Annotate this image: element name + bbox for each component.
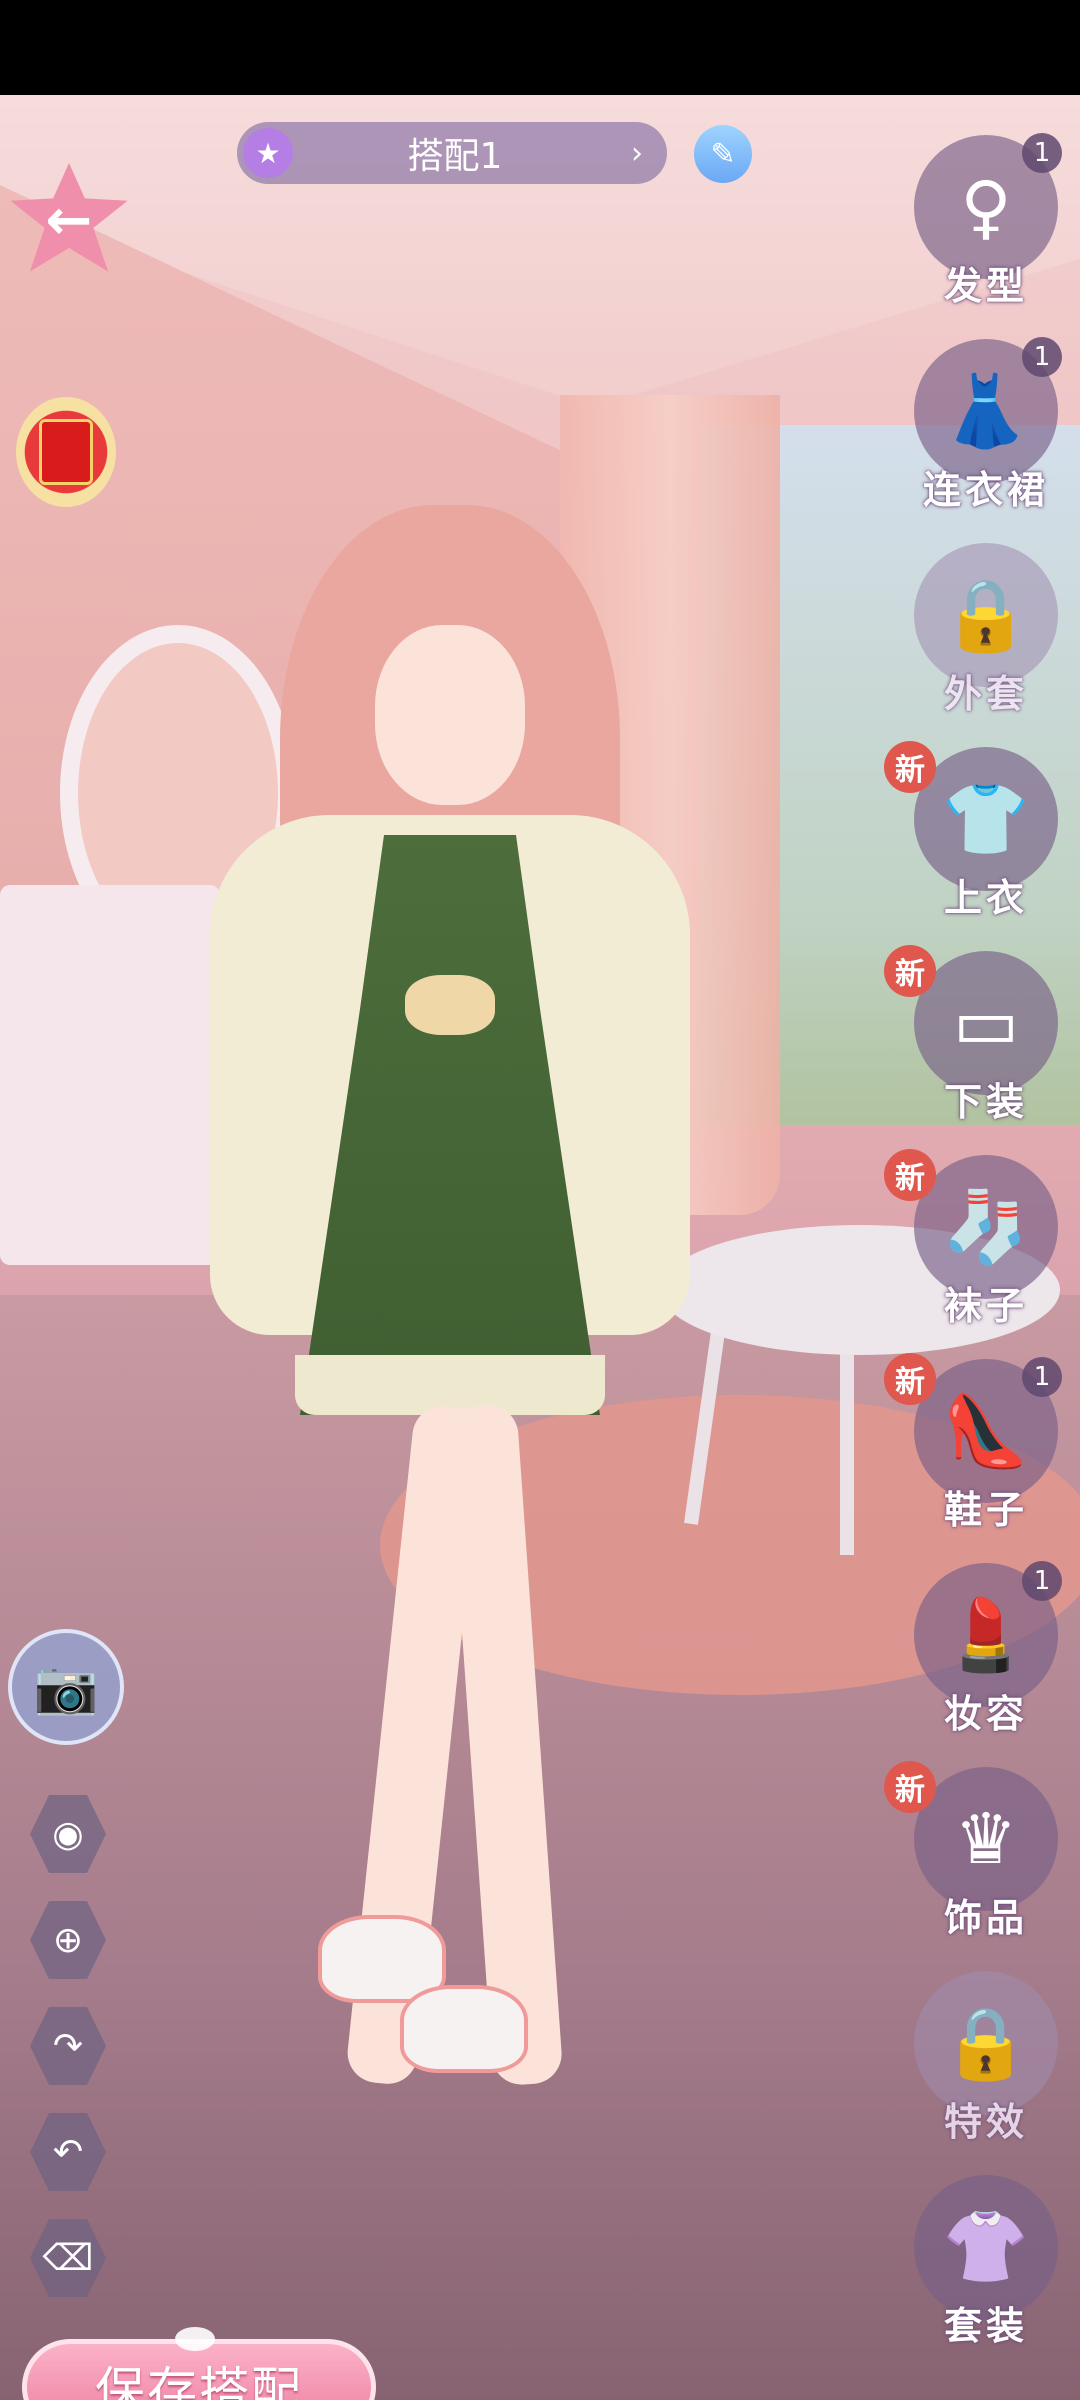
pencil-cube-icon: ✎ [710,136,736,172]
broom-icon: ⌫ [42,2237,94,2279]
category-3[interactable]: 👕 上衣新 [884,741,1060,943]
category-label: 鞋子 [943,1488,1028,1532]
camera-icon: 📷 [33,1657,99,1718]
category-7[interactable]: 💄 妆容 1 [912,1561,1062,1759]
category-label: 连衣裙 [922,468,1049,512]
category-count-badge: 1 [1022,133,1062,173]
category-4[interactable]: ▭ 下装新 [884,945,1060,1147]
category-1[interactable]: 👗 连衣裙 1 [912,337,1062,535]
red-packet-button[interactable] [16,397,116,507]
character-face [375,625,525,805]
new-badge: 新 [884,945,936,997]
edit-outfit-button[interactable]: ✎ [694,125,752,183]
category-count-badge: 1 [1022,337,1062,377]
category-6[interactable]: 👠 鞋子 1 新 [884,1353,1062,1555]
new-badge: 新 [884,1761,936,1813]
category-0[interactable]: ♀ 发型 1 [912,133,1062,331]
eye-icon: ◉ [52,1813,84,1855]
table-leg [840,1325,854,1555]
category-label: 袜子 [943,1284,1028,1328]
save-button-gem-decoration [175,2327,215,2351]
star-icon: ★ [243,128,293,178]
category-count-badge: 1 [1022,1561,1062,1601]
outfit-selector[interactable]: ★ 搭配1 › [237,122,667,184]
new-badge: 新 [884,741,936,793]
category-label: 套装 [943,2304,1028,2348]
category-label: 特效 [943,2100,1028,2144]
category-9[interactable]: 🔒 特效 [912,1971,1060,2167]
new-badge: 新 [884,1353,936,1405]
status-bar [0,0,1080,95]
category-label: 上衣 [943,876,1028,920]
category-8[interactable]: ♛ 饰品新 [884,1761,1060,1963]
target-icon: ⊕ [52,1919,84,1961]
camera-button[interactable]: 📷 [8,1629,124,1745]
red-packet-icon [39,419,93,485]
category-10[interactable]: 👚 套装 [912,2175,1060,2371]
new-badge: 新 [884,1149,936,1201]
redo-icon: ↷ [52,2025,84,2067]
category-label: 发型 [943,264,1028,308]
category-label: 妆容 [943,1692,1028,1736]
dressing-room-scene: ★ 搭配1 › ✎ ← ♀ 发型 1 👗 连衣裙 1 🔒 外套 👕 上衣新 ▭ 下装新 🧦 袜子新 👠 鞋子 1… [0,95,1080,2400]
category-2[interactable]: 🔒 外套 [912,543,1060,739]
category-label: 外套 [943,672,1028,716]
character-avatar[interactable] [150,505,750,2165]
category-count-badge: 1 [1022,1357,1062,1397]
character-bow [405,975,495,1035]
chevron-right-icon: › [631,135,643,171]
outfit-title: 搭配1 [407,136,503,177]
category-5[interactable]: 🧦 袜子新 [884,1149,1060,1351]
character-shoe [400,1985,528,2073]
category-label: 下装 [943,1080,1028,1124]
undo-icon: ↶ [52,2131,84,2173]
category-label: 饰品 [943,1896,1028,1940]
